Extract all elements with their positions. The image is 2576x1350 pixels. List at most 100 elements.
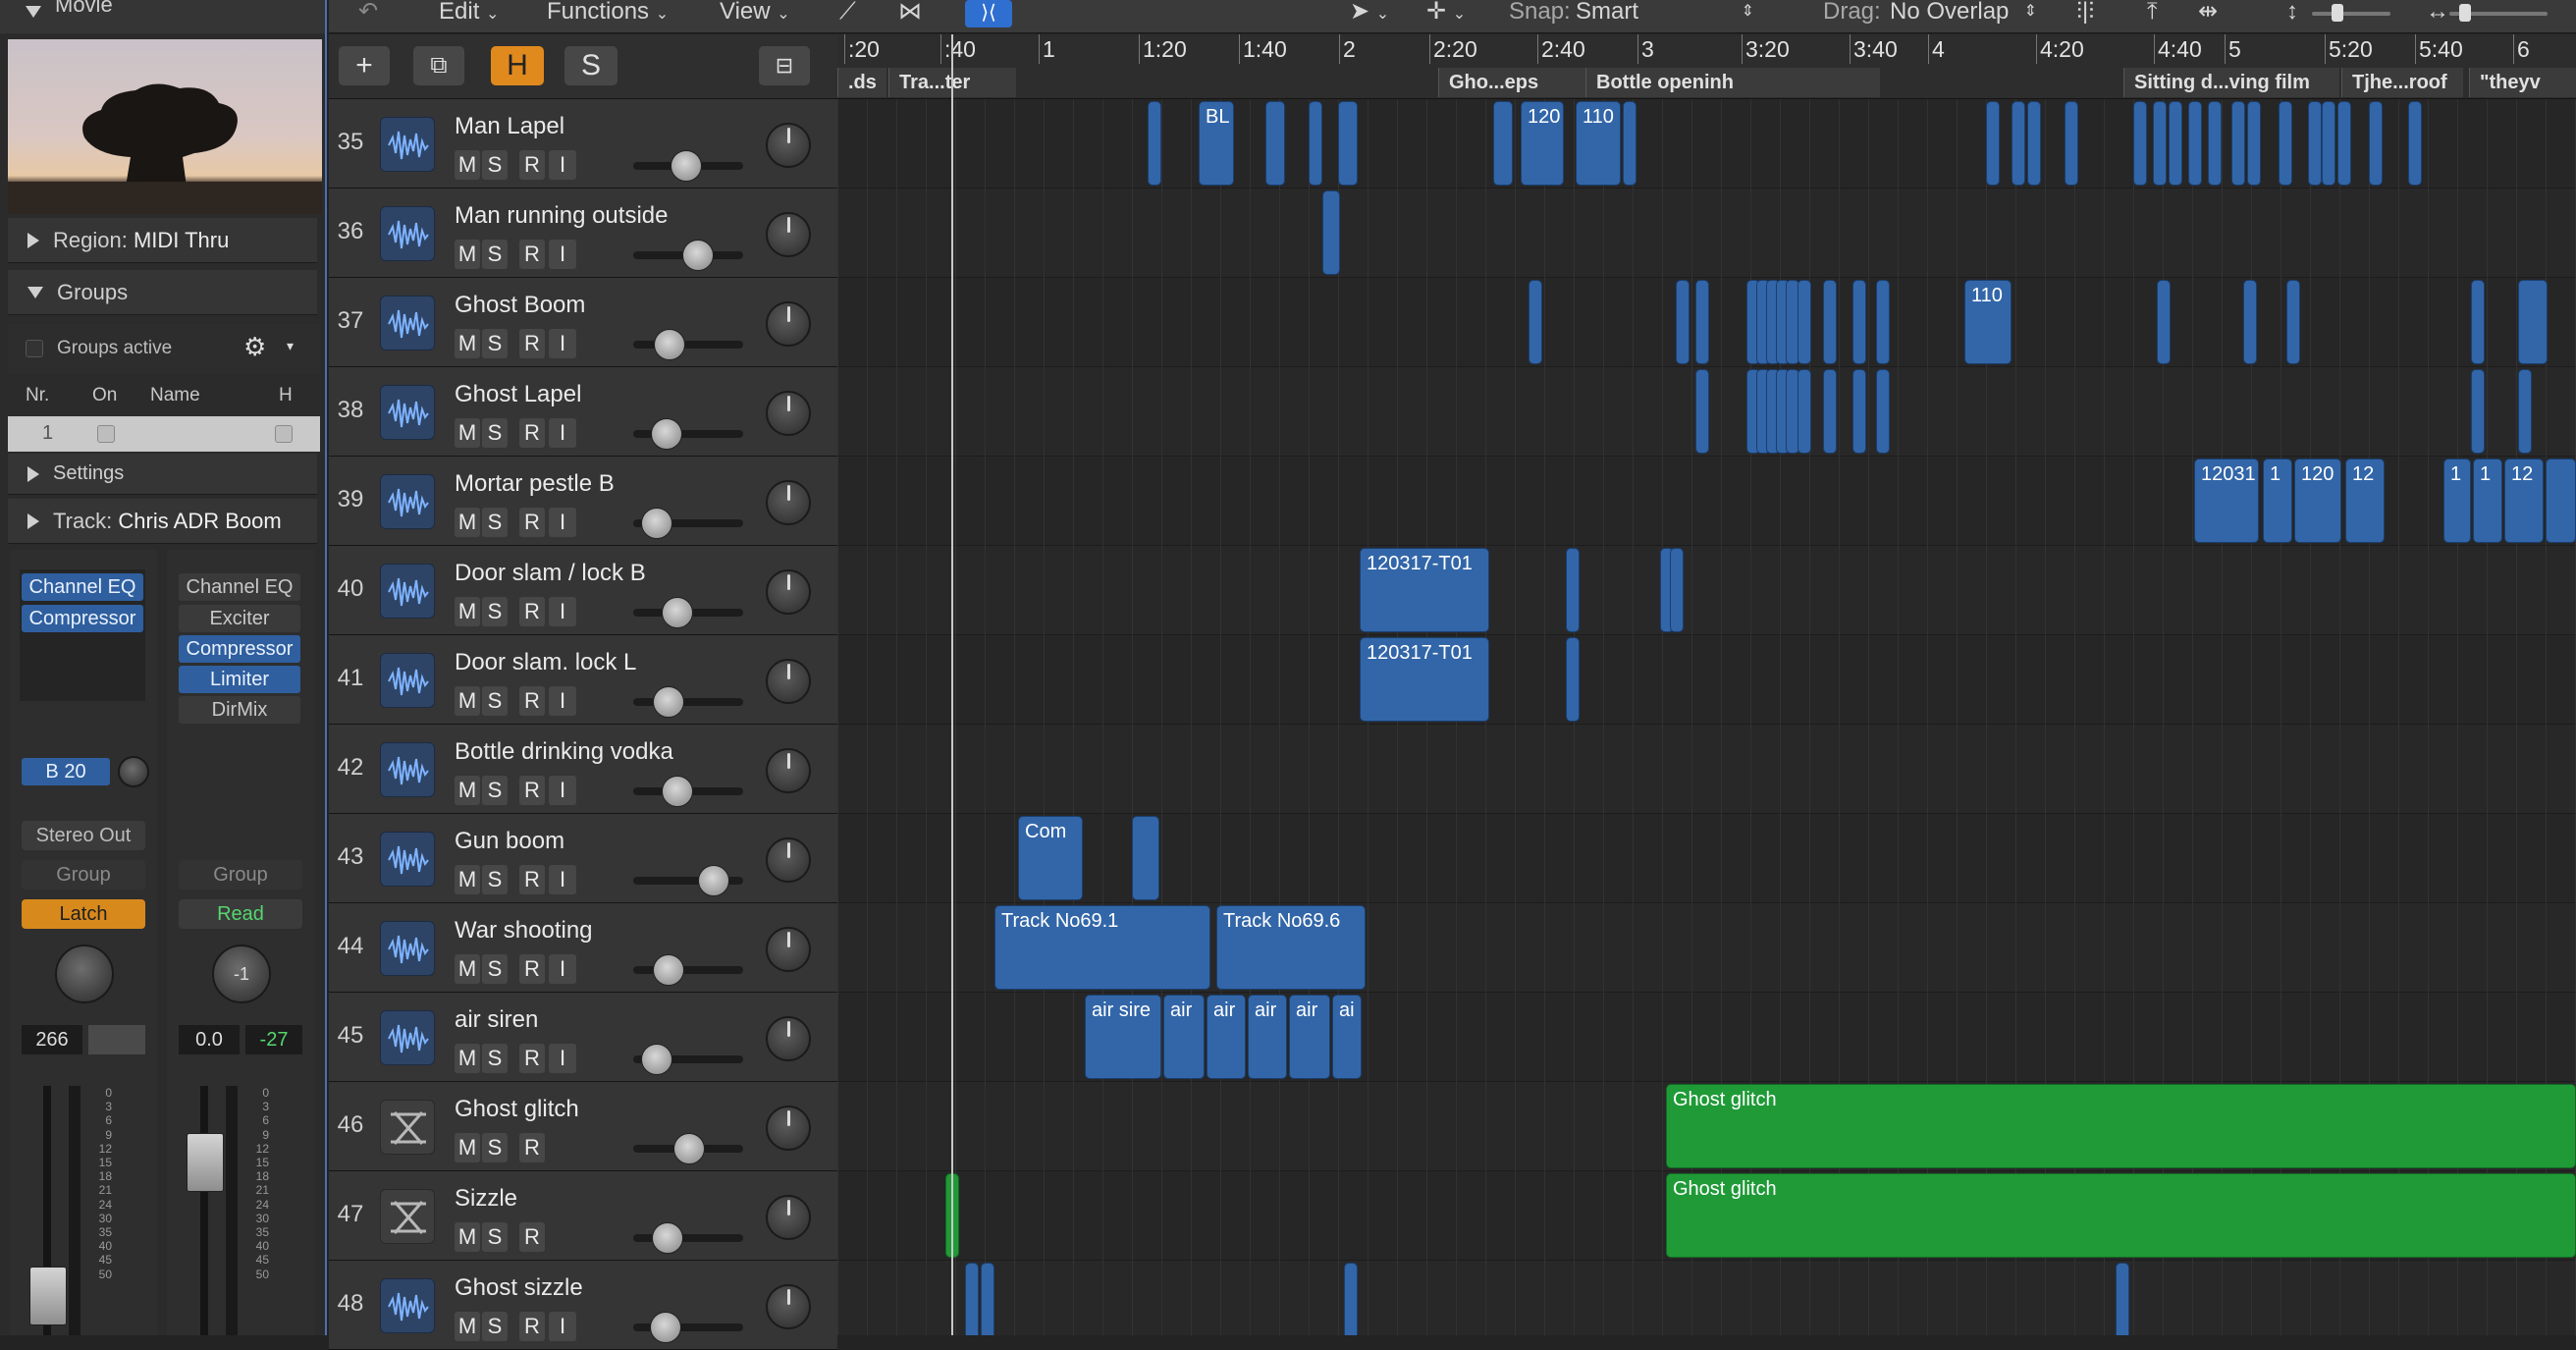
record-enable-button[interactable]: R [519, 508, 545, 537]
mute-button[interactable]: M [455, 686, 480, 716]
audio-region[interactable]: air sire [1085, 995, 1161, 1079]
track-name[interactable]: Man running outside [455, 202, 668, 230]
menu-functions[interactable]: Functions ⌄ [547, 0, 669, 30]
solo-button[interactable]: S [482, 954, 508, 984]
solo-button[interactable]: S [482, 418, 508, 448]
track-header[interactable]: 35 Man Lapel M S R I [329, 99, 837, 189]
audio-region[interactable] [2471, 280, 2485, 364]
waveform-zoom-icon[interactable]: ⫶|⫶ [2076, 0, 2094, 30]
pointer-tool-icon[interactable]: ➤ ⌄ [1350, 0, 1389, 30]
pan-knob[interactable] [766, 837, 811, 883]
marker[interactable]: Sitting d...ving film [2123, 68, 2339, 97]
pan-knob[interactable] [766, 123, 811, 168]
plugin-channel-eq[interactable]: Channel EQ [179, 573, 300, 601]
plugin-compressor[interactable]: Compressor [22, 605, 143, 632]
audio-region[interactable]: 12031 [2194, 459, 2259, 543]
input-monitor-button[interactable]: I [549, 776, 576, 805]
audio-region[interactable]: 120317-T01 [1360, 548, 1489, 632]
audio-region[interactable] [1670, 548, 1684, 632]
mute-button[interactable]: M [455, 776, 480, 805]
mute-button[interactable]: M [455, 418, 480, 448]
solo-button[interactable]: S [482, 240, 508, 269]
audio-region[interactable] [1852, 280, 1866, 364]
volume-fader[interactable] [187, 1133, 224, 1192]
plugin-exciter[interactable]: Exciter [179, 605, 300, 632]
record-enable-button[interactable]: R [519, 240, 545, 269]
audio-region[interactable]: 1 [2443, 459, 2471, 543]
track-name[interactable]: Bottle drinking vodka [455, 738, 673, 766]
audio-region[interactable]: air [1207, 995, 1246, 1079]
waveform-icon[interactable] [380, 296, 435, 351]
input-monitor-button[interactable]: I [549, 150, 576, 180]
audio-region[interactable] [1493, 101, 1513, 186]
fader-knob[interactable] [651, 418, 682, 450]
chevron-down-icon[interactable]: ▾ [287, 338, 294, 354]
audio-region[interactable]: 120 [1521, 101, 1564, 186]
instrument-icon[interactable] [380, 1100, 435, 1155]
pan-knob[interactable] [766, 480, 811, 525]
audio-region[interactable] [965, 1263, 979, 1335]
groups-active-checkbox[interactable] [26, 340, 43, 357]
fader-knob[interactable] [653, 686, 684, 718]
track-volume-fader[interactable] [633, 1133, 743, 1164]
audio-region[interactable] [1338, 101, 1358, 186]
automation-mode-read[interactable]: Read [179, 899, 302, 929]
fader-knob[interactable] [682, 240, 714, 271]
vertical-zoom-icon[interactable]: ↕ [2286, 0, 2298, 30]
midi-region[interactable]: Ghost glitch [1666, 1084, 2576, 1168]
pan-knob[interactable] [766, 748, 811, 793]
disclosure-triangle-icon[interactable] [27, 465, 39, 482]
track-name[interactable]: Sizzle [455, 1185, 517, 1213]
audio-region[interactable]: air [1248, 995, 1287, 1079]
input-monitor-button[interactable]: I [549, 686, 576, 716]
audio-region[interactable] [1876, 369, 1890, 454]
output-stereo-out[interactable]: Stereo Out [22, 821, 145, 850]
track-header[interactable]: 45 air siren M S R I [329, 993, 837, 1082]
input-monitor-button[interactable]: I [549, 954, 576, 984]
fader-knob[interactable] [641, 508, 672, 539]
track-name[interactable]: Door slam. lock L [455, 649, 636, 676]
input-monitor-button[interactable]: I [549, 418, 576, 448]
track-volume-fader[interactable] [633, 776, 743, 807]
fader-knob[interactable] [650, 1312, 681, 1343]
automation-mode-latch[interactable]: Latch [22, 899, 145, 929]
audio-region[interactable] [1265, 101, 1285, 186]
back-icon[interactable]: ↶ [358, 0, 378, 30]
groups-table-row[interactable]: 1 [8, 416, 320, 452]
duplicate-track-icon[interactable]: ⧉ [413, 46, 464, 85]
pan-knob[interactable] [766, 927, 811, 972]
mute-button[interactable]: M [455, 1044, 480, 1073]
track-name[interactable]: Mortar pestle B [455, 470, 615, 498]
track-name[interactable]: War shooting [455, 917, 593, 945]
track-volume-fader[interactable] [633, 240, 743, 271]
pan-knob[interactable] [766, 1016, 811, 1061]
audio-region[interactable] [2157, 280, 2171, 364]
pan-knob[interactable]: -1 [212, 945, 271, 1003]
audio-region[interactable] [2322, 101, 2335, 186]
fader-knob[interactable] [654, 329, 685, 360]
pan-knob[interactable] [766, 391, 811, 436]
audio-region[interactable] [1132, 816, 1159, 900]
audio-region[interactable] [2027, 101, 2041, 186]
audio-region[interactable] [2231, 101, 2245, 186]
mute-button[interactable]: M [455, 1312, 480, 1341]
audio-region[interactable] [2471, 369, 2485, 454]
waveform-icon[interactable] [380, 653, 435, 708]
track-lane[interactable] [837, 814, 2576, 903]
track-name[interactable]: Man Lapel [455, 113, 564, 140]
waveform-icon[interactable] [380, 474, 435, 529]
record-enable-button[interactable]: R [519, 686, 545, 716]
audio-region[interactable]: 120 [2294, 459, 2341, 543]
waveform-icon[interactable] [380, 1278, 435, 1333]
solo-button[interactable]: S [482, 1312, 508, 1341]
audio-region[interactable] [2286, 280, 2300, 364]
vertical-fit-icon[interactable]: ⤒ [2147, 0, 2158, 30]
audio-region[interactable] [1823, 369, 1837, 454]
audio-region[interactable] [1344, 1263, 1358, 1335]
audio-region[interactable] [2279, 101, 2292, 186]
record-enable-button[interactable]: R [519, 776, 545, 805]
track-header[interactable]: 36 Man running outside M S R I [329, 189, 837, 278]
midi-region[interactable]: Ghost glitch [1666, 1173, 2576, 1258]
arrange-area[interactable]: BL 120 110 110 12031 1 120 12 1 1 12 120317-T01 1203… [837, 99, 2576, 1335]
automation-curve-icon[interactable]: ⟋ [839, 0, 856, 30]
